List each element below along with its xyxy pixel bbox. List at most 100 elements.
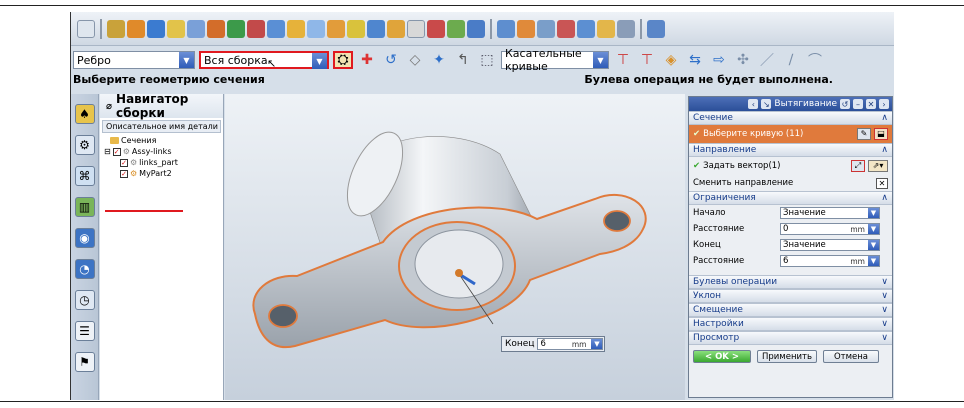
pad-icon[interactable] <box>207 19 225 38</box>
pocket-icon[interactable] <box>187 19 205 38</box>
chevron-up-icon[interactable]: ∧ <box>881 113 888 123</box>
vertex-snap-icon[interactable]: ✦ <box>429 51 449 69</box>
revolve-icon[interactable] <box>127 19 145 38</box>
graphics-window[interactable] <box>225 94 685 400</box>
constraint-navigator-icon[interactable]: ⚙ <box>74 135 95 155</box>
chevron-down-icon[interactable]: ∨ <box>881 319 888 329</box>
chevron-down-icon[interactable]: ▼ <box>179 52 194 68</box>
mirror-icon[interactable] <box>467 19 485 38</box>
box-select-icon[interactable]: ⬚ <box>477 51 497 69</box>
slot-icon[interactable] <box>227 19 245 38</box>
body-curves-icon[interactable]: ⇆ <box>685 51 705 69</box>
chevron-up-icon[interactable]: ∧ <box>881 193 888 203</box>
unite-icon[interactable] <box>307 19 325 38</box>
select-curve-row[interactable]: ✔ Выберите кривую (11) ✎ ⬓ <box>689 125 892 143</box>
start-distance-input[interactable]: 0 mm ▼ <box>780 223 880 235</box>
reuse-library-icon[interactable]: ▥ <box>74 197 95 217</box>
chevron-down-icon[interactable]: ▼ <box>591 339 603 349</box>
chevron-down-icon[interactable]: ∨ <box>881 277 888 287</box>
clock-icon[interactable]: ◷ <box>74 290 95 310</box>
spline-icon[interactable]: ∕ <box>781 51 801 69</box>
end-select[interactable]: Значение ▼ <box>780 239 880 251</box>
back-icon[interactable]: ‹ <box>748 99 759 109</box>
sync-delete-icon[interactable] <box>597 19 615 38</box>
curve-rule-dropdown[interactable]: Касательные кривые ▼ <box>501 47 609 73</box>
checkbox-icon[interactable]: ✓ <box>120 169 128 178</box>
sync-move-face-icon[interactable] <box>497 19 515 38</box>
line-icon[interactable]: ／ <box>757 51 777 69</box>
start-select[interactable]: Значение ▼ <box>780 207 880 219</box>
arrow-icon[interactable]: ⇨ <box>709 51 729 69</box>
face-snap-icon[interactable]: ◇ <box>405 51 425 69</box>
chevron-down-icon[interactable]: ∨ <box>881 291 888 301</box>
vector-type-icon[interactable]: ⇗▾ <box>868 160 888 172</box>
groove-icon[interactable] <box>247 19 265 38</box>
chevron-down-icon[interactable]: ∨ <box>881 333 888 343</box>
collapse-icon[interactable]: ⊟ <box>104 147 111 156</box>
limits-group-header[interactable]: Ограничения ∧ <box>689 191 892 205</box>
subtract-icon[interactable] <box>327 19 345 38</box>
tree-item-sections[interactable]: Сечения <box>100 135 223 146</box>
chevron-up-icon[interactable]: ∧ <box>881 145 888 155</box>
chevron-down-icon[interactable]: ▼ <box>868 256 879 266</box>
preview-group-header[interactable]: Просмотр ∨ <box>689 331 892 345</box>
boss-icon[interactable] <box>167 19 185 38</box>
next-icon[interactable]: › <box>879 99 889 109</box>
chevron-down-icon[interactable]: ▼ <box>312 53 327 69</box>
stop-at-intersection-icon[interactable]: ⊤ <box>613 51 633 69</box>
edge-filter-dropdown[interactable]: Ребро ▼ <box>73 51 195 69</box>
cancel-button[interactable]: Отмена <box>823 350 879 363</box>
roles-icon[interactable]: ⚑ <box>74 352 95 372</box>
edge-blend-icon[interactable] <box>367 19 385 38</box>
intersect-curves-icon[interactable]: ✣ <box>733 51 753 69</box>
specify-vector-row[interactable]: ✔ Задать вектор(1) ⤢ ⇗▾ <box>689 157 892 175</box>
follow-fillet-icon[interactable]: ⊤ <box>637 51 657 69</box>
ok-button[interactable]: < OK > <box>693 350 751 363</box>
settings-group-header[interactable]: Настройки ∨ <box>689 317 892 331</box>
sketch-section-icon[interactable]: ✎ <box>857 128 871 140</box>
new-sketch-icon[interactable] <box>77 19 95 38</box>
curve-snap-icon[interactable]: ↺ <box>381 51 401 69</box>
arc-icon[interactable]: ⌒ <box>805 51 825 69</box>
end-popup-input[interactable]: 6 mm ▼ <box>537 338 604 350</box>
end-distance-input[interactable]: 6 mm ▼ <box>780 255 880 267</box>
sync-offset-icon[interactable] <box>537 19 555 38</box>
chevron-down-icon[interactable]: ∨ <box>881 305 888 315</box>
shell-icon[interactable] <box>407 19 425 38</box>
vector-dialog-icon[interactable]: ⤢ <box>851 160 865 172</box>
close-icon[interactable]: ✕ <box>866 99 876 109</box>
checkbox-icon[interactable]: ✓ <box>112 147 121 156</box>
reset-icon[interactable]: ↘ <box>761 99 772 109</box>
chevron-down-icon[interactable]: ▼ <box>868 224 879 234</box>
pin-icon[interactable]: ⌀ <box>106 101 112 112</box>
apply-button[interactable]: Применить <box>757 350 817 363</box>
undo-icon[interactable]: ↺ <box>840 99 850 109</box>
draft-icon[interactable] <box>427 19 445 38</box>
sync-resize-icon[interactable] <box>577 19 595 38</box>
chevron-down-icon[interactable]: ▼ <box>593 52 608 68</box>
datum-plane-icon[interactable] <box>267 19 285 38</box>
assembly-selection-icon[interactable]: ⛭ <box>333 51 353 69</box>
tree-item-links-part[interactable]: ✓ ⚙ links_part <box>100 157 223 168</box>
part-navigator-icon[interactable]: ⌘ <box>74 166 95 186</box>
assembly-navigator-icon[interactable]: ♠ <box>74 104 95 124</box>
extrude-icon[interactable] <box>107 19 125 38</box>
snap-point-icon[interactable]: ✚ <box>357 51 377 69</box>
feature-curves-icon[interactable]: ◈ <box>661 51 681 69</box>
reverse-direction-row[interactable]: Сменить направление ✕ <box>689 175 892 191</box>
section-group-header[interactable]: Сечение ∧ <box>689 111 892 125</box>
minimize-icon[interactable]: – <box>853 99 863 109</box>
pattern-icon[interactable] <box>447 19 465 38</box>
sync-copy-icon[interactable] <box>617 19 635 38</box>
midpoint-snap-icon[interactable]: ↰ <box>453 51 473 69</box>
chevron-down-icon[interactable]: ▼ <box>868 240 879 250</box>
scope-dropdown[interactable]: Вся сборка ↖ ▼ <box>199 51 329 70</box>
offset-group-header[interactable]: Смещение ∨ <box>689 303 892 317</box>
origin-point[interactable] <box>455 269 463 277</box>
draft-group-header[interactable]: Уклон ∨ <box>689 289 892 303</box>
analysis-icon[interactable] <box>647 19 665 38</box>
tree-item-assy-links[interactable]: ⊟ ✓ ⚙ Assy-links <box>100 146 223 157</box>
reverse-direction-icon[interactable]: ✕ <box>876 177 888 189</box>
chamfer-icon[interactable] <box>387 19 405 38</box>
checkbox-icon[interactable]: ✓ <box>120 158 128 167</box>
